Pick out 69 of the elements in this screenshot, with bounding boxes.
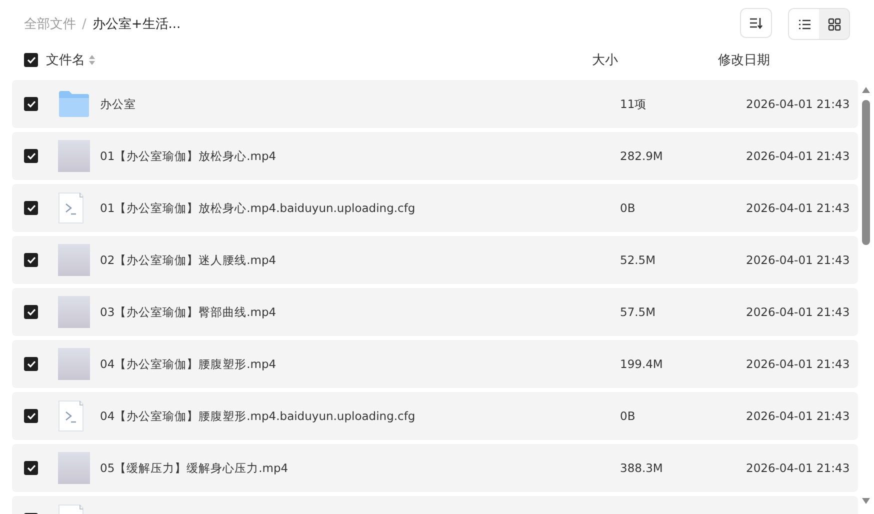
terminal-file-icon (58, 192, 84, 224)
file-size: 388.3M (620, 461, 663, 475)
tick-icon (26, 204, 36, 212)
grid-icon (828, 18, 840, 30)
list-view-button[interactable] (789, 9, 819, 39)
checkbox[interactable] (24, 97, 38, 111)
column-header: 修改日期 (718, 52, 771, 69)
column-header: 大小 (592, 52, 619, 69)
column-header[interactable]: 文件名 (46, 51, 85, 69)
file-name: 03【办公室瑜伽】臀部曲线.mp4 (100, 304, 276, 318)
checkbox[interactable] (24, 201, 38, 215)
tick-icon (26, 56, 36, 64)
modified-date: 2026-04-01 21:43 (746, 253, 850, 267)
file-name: 01【办公室瑜伽】放松身心.mp4 (100, 148, 276, 162)
sort-icon (89, 55, 95, 65)
tick-icon (26, 256, 36, 264)
checkbox[interactable] (24, 149, 38, 163)
file-name: 05【缓解压力】缓解身心压力.mp4 (100, 460, 288, 474)
modified-date: 2026-04-01 21:43 (746, 149, 850, 163)
folder-icon (58, 90, 90, 118)
file-size: 199.4M (620, 357, 663, 371)
sort-button[interactable] (740, 8, 772, 38)
video-thumbnail (58, 296, 90, 328)
tick-icon (26, 100, 36, 108)
file-name: 01【办公室瑜伽】放松身心.mp4.baiduyun.uploading.cfg (100, 200, 416, 214)
video-thumbnail (58, 140, 90, 172)
file-row[interactable]: 办公室 11项 2026-04-01 21:43 (12, 80, 858, 128)
file-row[interactable]: 04【办公室瑜伽】腰腹塑形.mp4.baiduyun.uploading.cfg 0B 2026-04-01 21:43 (12, 392, 858, 440)
checkbox[interactable] (24, 305, 38, 319)
modified-date: 2026-04-01 21:43 (746, 97, 850, 111)
video-thumbnail (58, 244, 90, 276)
file-name: 04【办公室瑜伽】腰腹塑形.mp4.baiduyun.uploading.cfg (100, 408, 416, 422)
tick-icon (26, 152, 36, 160)
breadcrumb-link[interactable]: 办公室+生活... (92, 15, 181, 33)
modified-date: 2026-04-01 21:43 (746, 409, 850, 423)
file-size: 52.5M (620, 253, 656, 267)
modified-date: 2026-04-01 21:43 (746, 305, 850, 319)
file-size: 0B (620, 409, 636, 423)
file-size: 57.5M (620, 305, 656, 319)
select-all-checkbox[interactable] (24, 53, 38, 67)
file-size: 282.9M (620, 149, 663, 163)
list-icon (798, 18, 810, 30)
file-name: 办公室 (100, 96, 136, 110)
file-name: 02【办公室瑜伽】迷人腰线.mp4 (100, 252, 276, 266)
terminal-file-icon (58, 400, 84, 432)
modified-date: 2026-04-01 21:43 (746, 201, 850, 215)
tick-icon (26, 412, 36, 420)
tick-icon (26, 360, 36, 368)
file-size: 11项 (620, 96, 647, 110)
checkbox[interactable] (24, 357, 38, 371)
file-row[interactable]: 04【办公室瑜伽】腰腹塑形.mp4 199.4M 2026-04-01 21:43 (12, 340, 858, 388)
sort-icon (749, 17, 763, 29)
checkbox[interactable] (24, 253, 38, 267)
file-row[interactable]: 02【办公室瑜伽】迷人腰线.mp4 52.5M 2026-04-01 21:43 (12, 236, 858, 284)
tick-icon (26, 464, 36, 472)
separator: / (82, 16, 86, 32)
tick-icon (26, 308, 36, 316)
modified-date: 2026-04-01 21:43 (746, 357, 850, 371)
file-row[interactable]: 05【缓解压力】缓解身心压力.mp4 388.3M 2026-04-01 21:43 (12, 444, 858, 492)
file-row[interactable]: 01【办公室瑜伽】放松身心.mp4 282.9M 2026-04-01 21:43 (12, 132, 858, 180)
video-thumbnail (58, 348, 90, 380)
checkbox[interactable] (24, 409, 38, 423)
checkbox[interactable] (24, 461, 38, 475)
file-size: 0B (620, 201, 636, 215)
file-name: 04【办公室瑜伽】腰腹塑形.mp4 (100, 356, 276, 370)
file-row[interactable]: 01【办公室瑜伽】放松身心.mp4.baiduyun.uploading.cfg 0B 2026-04-01 21:43 (12, 184, 858, 232)
modified-date: 2026-04-01 21:43 (746, 461, 850, 475)
file-row[interactable]: 03【办公室瑜伽】臀部曲线.mp4 57.5M 2026-04-01 21:43 (12, 288, 858, 336)
video-thumbnail (58, 452, 90, 484)
